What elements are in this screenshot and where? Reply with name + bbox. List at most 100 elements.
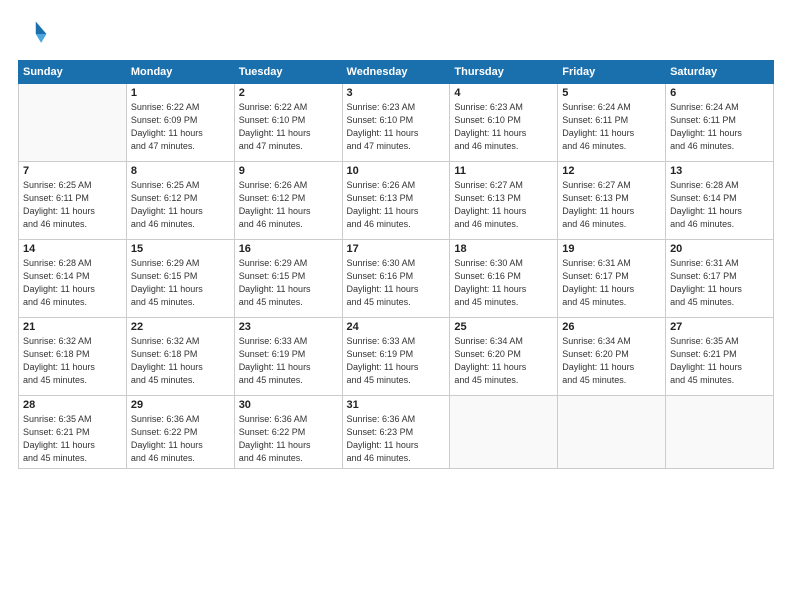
day-number: 22 <box>131 321 230 333</box>
calendar-cell: 20 Sunrise: 6:31 AM Sunset: 6:17 PM Dayli… <box>666 240 774 318</box>
day-number: 28 <box>23 399 122 411</box>
day-info: Sunrise: 6:26 AM Sunset: 6:12 PM Dayligh… <box>239 179 338 231</box>
calendar-cell: 13 Sunrise: 6:28 AM Sunset: 6:14 PM Dayli… <box>666 162 774 240</box>
calendar-cell: 18 Sunrise: 6:30 AM Sunset: 6:16 PM Dayli… <box>450 240 558 318</box>
day-info: Sunrise: 6:28 AM Sunset: 6:14 PM Dayligh… <box>23 257 122 309</box>
day-number: 31 <box>347 399 446 411</box>
day-info: Sunrise: 6:28 AM Sunset: 6:14 PM Dayligh… <box>670 179 769 231</box>
calendar-cell: 5 Sunrise: 6:24 AM Sunset: 6:11 PM Daylig… <box>558 84 666 162</box>
day-number: 13 <box>670 165 769 177</box>
day-number: 3 <box>347 87 446 99</box>
day-info: Sunrise: 6:25 AM Sunset: 6:11 PM Dayligh… <box>23 179 122 231</box>
logo-icon <box>18 18 50 50</box>
col-header-monday: Monday <box>126 61 234 84</box>
calendar-cell: 4Sunrise: 6:23 AM Sunset: 6:10 PM Daylig… <box>450 84 558 162</box>
col-header-thursday: Thursday <box>450 61 558 84</box>
col-header-wednesday: Wednesday <box>342 61 450 84</box>
day-info: Sunrise: 6:36 AM Sunset: 6:22 PM Dayligh… <box>239 413 338 465</box>
day-info: Sunrise: 6:27 AM Sunset: 6:13 PM Dayligh… <box>454 179 553 231</box>
day-number: 23 <box>239 321 338 333</box>
day-info: Sunrise: 6:23 AM Sunset: 6:10 PM Dayligh… <box>347 101 446 153</box>
day-info: Sunrise: 6:33 AM Sunset: 6:19 PM Dayligh… <box>239 335 338 387</box>
day-number: 12 <box>562 165 661 177</box>
calendar-cell <box>450 396 558 469</box>
day-info: Sunrise: 6:22 AM Sunset: 6:09 PM Dayligh… <box>131 101 230 153</box>
calendar-cell <box>558 396 666 469</box>
week-row-2: 7 Sunrise: 6:25 AM Sunset: 6:11 PM Daylig… <box>19 162 774 240</box>
day-info: Sunrise: 6:34 AM Sunset: 6:20 PM Dayligh… <box>562 335 661 387</box>
day-number: 1 <box>131 87 230 99</box>
calendar-cell: 12 Sunrise: 6:27 AM Sunset: 6:13 PM Dayli… <box>558 162 666 240</box>
col-header-tuesday: Tuesday <box>234 61 342 84</box>
calendar-cell: 26 Sunrise: 6:34 AM Sunset: 6:20 PM Dayli… <box>558 318 666 396</box>
col-header-friday: Friday <box>558 61 666 84</box>
day-info: Sunrise: 6:29 AM Sunset: 6:15 PM Dayligh… <box>131 257 230 309</box>
day-info: Sunrise: 6:32 AM Sunset: 6:18 PM Dayligh… <box>23 335 122 387</box>
day-number: 30 <box>239 399 338 411</box>
week-row-1: 1 Sunrise: 6:22 AM Sunset: 6:09 PM Daylig… <box>19 84 774 162</box>
day-number: 20 <box>670 243 769 255</box>
calendar-cell: 28Sunrise: 6:35 AM Sunset: 6:21 PM Dayli… <box>19 396 127 469</box>
day-info: Sunrise: 6:24 AM Sunset: 6:11 PM Dayligh… <box>562 101 661 153</box>
day-info: Sunrise: 6:31 AM Sunset: 6:17 PM Dayligh… <box>562 257 661 309</box>
day-number: 9 <box>239 165 338 177</box>
header <box>18 18 774 50</box>
calendar-cell: 22 Sunrise: 6:32 AM Sunset: 6:18 PM Dayli… <box>126 318 234 396</box>
day-number: 26 <box>562 321 661 333</box>
day-number: 14 <box>23 243 122 255</box>
day-info: Sunrise: 6:26 AM Sunset: 6:13 PM Dayligh… <box>347 179 446 231</box>
day-info: Sunrise: 6:33 AM Sunset: 6:19 PM Dayligh… <box>347 335 446 387</box>
calendar-cell: 3 Sunrise: 6:23 AM Sunset: 6:10 PM Daylig… <box>342 84 450 162</box>
calendar-cell <box>19 84 127 162</box>
day-number: 27 <box>670 321 769 333</box>
week-row-4: 21 Sunrise: 6:32 AM Sunset: 6:18 PM Dayli… <box>19 318 774 396</box>
calendar-cell: 10 Sunrise: 6:26 AM Sunset: 6:13 PM Dayli… <box>342 162 450 240</box>
logo <box>18 18 54 50</box>
calendar-cell: 6 Sunrise: 6:24 AM Sunset: 6:11 PM Daylig… <box>666 84 774 162</box>
day-number: 6 <box>670 87 769 99</box>
day-number: 4 <box>454 87 553 99</box>
calendar-cell: 29 Sunrise: 6:36 AM Sunset: 6:22 PM Dayli… <box>126 396 234 469</box>
calendar-table: SundayMondayTuesdayWednesdayThursdayFrid… <box>18 60 774 469</box>
week-row-3: 14 Sunrise: 6:28 AM Sunset: 6:14 PM Dayli… <box>19 240 774 318</box>
day-info: Sunrise: 6:27 AM Sunset: 6:13 PM Dayligh… <box>562 179 661 231</box>
day-info: Sunrise: 6:30 AM Sunset: 6:16 PM Dayligh… <box>454 257 553 309</box>
calendar-cell: 24 Sunrise: 6:33 AM Sunset: 6:19 PM Dayli… <box>342 318 450 396</box>
page: SundayMondayTuesdayWednesdayThursdayFrid… <box>0 0 792 612</box>
calendar-header-row: SundayMondayTuesdayWednesdayThursdayFrid… <box>19 61 774 84</box>
day-number: 19 <box>562 243 661 255</box>
day-info: Sunrise: 6:36 AM Sunset: 6:23 PM Dayligh… <box>347 413 446 465</box>
day-number: 18 <box>454 243 553 255</box>
calendar-cell: 2Sunrise: 6:22 AM Sunset: 6:10 PM Daylig… <box>234 84 342 162</box>
calendar-cell: 25Sunrise: 6:34 AM Sunset: 6:20 PM Dayli… <box>450 318 558 396</box>
col-header-saturday: Saturday <box>666 61 774 84</box>
calendar-cell: 11Sunrise: 6:27 AM Sunset: 6:13 PM Dayli… <box>450 162 558 240</box>
calendar-cell: 27 Sunrise: 6:35 AM Sunset: 6:21 PM Dayli… <box>666 318 774 396</box>
calendar-cell: 1 Sunrise: 6:22 AM Sunset: 6:09 PM Daylig… <box>126 84 234 162</box>
calendar-cell: 30 Sunrise: 6:36 AM Sunset: 6:22 PM Dayli… <box>234 396 342 469</box>
day-info: Sunrise: 6:32 AM Sunset: 6:18 PM Dayligh… <box>131 335 230 387</box>
calendar-cell: 17 Sunrise: 6:30 AM Sunset: 6:16 PM Dayli… <box>342 240 450 318</box>
day-info: Sunrise: 6:36 AM Sunset: 6:22 PM Dayligh… <box>131 413 230 465</box>
day-info: Sunrise: 6:31 AM Sunset: 6:17 PM Dayligh… <box>670 257 769 309</box>
day-number: 25 <box>454 321 553 333</box>
day-info: Sunrise: 6:29 AM Sunset: 6:15 PM Dayligh… <box>239 257 338 309</box>
day-number: 7 <box>23 165 122 177</box>
week-row-5: 28Sunrise: 6:35 AM Sunset: 6:21 PM Dayli… <box>19 396 774 469</box>
calendar-cell: 19 Sunrise: 6:31 AM Sunset: 6:17 PM Dayli… <box>558 240 666 318</box>
day-number: 10 <box>347 165 446 177</box>
calendar-cell: 31 Sunrise: 6:36 AM Sunset: 6:23 PM Dayli… <box>342 396 450 469</box>
col-header-sunday: Sunday <box>19 61 127 84</box>
day-info: Sunrise: 6:24 AM Sunset: 6:11 PM Dayligh… <box>670 101 769 153</box>
day-number: 29 <box>131 399 230 411</box>
day-info: Sunrise: 6:35 AM Sunset: 6:21 PM Dayligh… <box>670 335 769 387</box>
calendar-cell: 7 Sunrise: 6:25 AM Sunset: 6:11 PM Daylig… <box>19 162 127 240</box>
day-number: 17 <box>347 243 446 255</box>
day-number: 15 <box>131 243 230 255</box>
calendar-cell: 23 Sunrise: 6:33 AM Sunset: 6:19 PM Dayli… <box>234 318 342 396</box>
day-info: Sunrise: 6:25 AM Sunset: 6:12 PM Dayligh… <box>131 179 230 231</box>
day-number: 5 <box>562 87 661 99</box>
day-info: Sunrise: 6:30 AM Sunset: 6:16 PM Dayligh… <box>347 257 446 309</box>
day-number: 24 <box>347 321 446 333</box>
day-number: 21 <box>23 321 122 333</box>
